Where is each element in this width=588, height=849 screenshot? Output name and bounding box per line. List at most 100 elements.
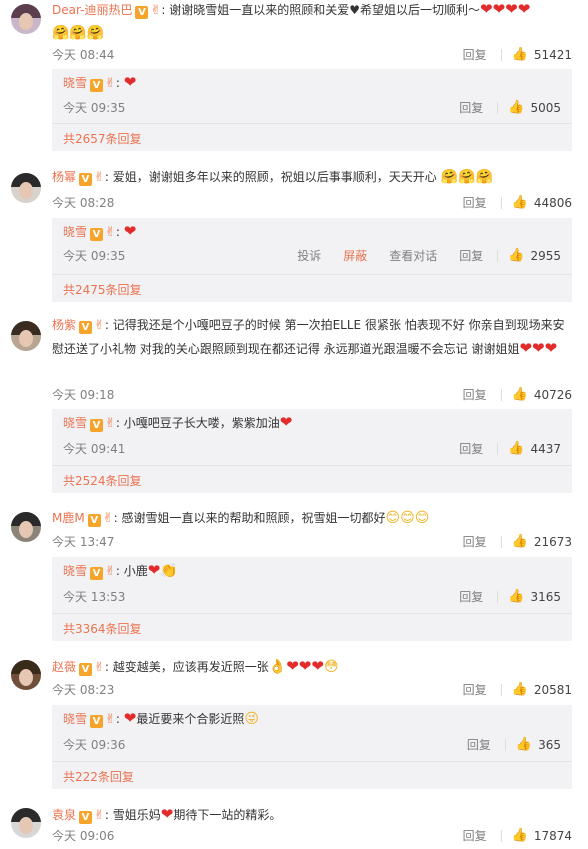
avatar[interactable] (11, 4, 41, 34)
like-count: 40726 (533, 387, 572, 402)
comment-time: 今天 08:23 (52, 683, 115, 697)
hug-emoji-icon: 🤗🤗🤗 (52, 25, 105, 41)
more-replies-link[interactable]: 共222条回复 (63, 768, 134, 785)
avatar[interactable] (11, 512, 41, 542)
comment-text: 谢谢晓雪姐一直以来的照顾和关爱♥希望姐以后一切顺利～ (169, 3, 481, 17)
like-button[interactable]: 👍 21673 (512, 534, 572, 549)
avatar[interactable] (11, 173, 41, 203)
like-button[interactable]: 👍 5005 (508, 100, 561, 115)
like-button[interactable]: 👍 51421 (512, 47, 572, 62)
like-button[interactable]: 👍 17874 (512, 828, 572, 843)
v-badge-icon: V (90, 419, 104, 432)
reply-button[interactable]: 回复 (463, 681, 487, 698)
like-count: 4437 (530, 441, 561, 456)
v-badge-icon: V (90, 79, 104, 92)
heart-icon: ❤❤❤❤ (480, 0, 531, 18)
like-count: 5005 (530, 100, 561, 115)
like-count: 51421 (533, 47, 572, 62)
hug-emoji-icon: 🤗🤗🤗 (440, 169, 493, 185)
comment-username[interactable]: 杨紫 (52, 318, 76, 332)
v-badge-icon: V (79, 663, 93, 676)
reply-username[interactable]: 晓雪 (63, 76, 87, 90)
avatar[interactable] (11, 321, 41, 351)
like-count: 2955 (530, 248, 561, 263)
comment-time: 今天 08:28 (52, 196, 115, 210)
reply-box: 晓雪 V ✌: ❤ 今天 09:35 回复 👍 5005 共2657条回复 (52, 69, 572, 151)
like-button[interactable]: 👍 2955 (508, 248, 561, 263)
reply-box: 晓雪 V ✌: ❤最近要来个合影近照😜 今天 09:36 回复 👍 365 共222条… (52, 705, 572, 789)
heart-icon: ❤❤❤ (519, 339, 558, 357)
comment-time: 今天 08:44 (52, 48, 115, 62)
thumbs-up-icon: 👍 (511, 387, 528, 402)
more-replies-link[interactable]: 共2524条回复 (63, 472, 142, 489)
comment-text: 记得我还是个小嘎吧豆子的时候 第一次拍ELLE 很紧张 怕表现不好 你亲自到现场… (52, 318, 565, 356)
block-button[interactable]: 屏蔽 (343, 247, 367, 264)
reply-button[interactable]: 回复 (467, 736, 491, 753)
reply-button[interactable]: 回复 (463, 194, 487, 211)
like-button[interactable]: 👍 365 (516, 737, 561, 752)
more-replies-link[interactable]: 共2475条回复 (63, 281, 142, 298)
comment-text: 越变越美，应该再发近照一张 (112, 660, 269, 674)
more-replies-link[interactable]: 共2657条回复 (63, 130, 142, 147)
heart-icon: ❤ (279, 413, 293, 431)
comment-text: 爱姐，谢谢姐多年以来的照顾，祝姐以后事事顺利，天天开心 (112, 170, 437, 184)
reply-button[interactable]: 回复 (463, 827, 487, 844)
thumbs-up-icon: 👍 (511, 534, 528, 549)
reply-username[interactable]: 晓雪 (63, 712, 87, 726)
fan-badge-icon: ✌ (105, 76, 116, 91)
like-button[interactable]: 👍 20581 (512, 682, 572, 697)
reply-time: 今天 09:35 (63, 249, 126, 263)
reply-text: 小鹿 (123, 564, 148, 578)
like-button[interactable]: 👍 3165 (508, 589, 561, 604)
reply-button[interactable]: 回复 (463, 46, 487, 63)
comment-text: 雪姐乐妈 (112, 808, 161, 822)
tongue-emoji-icon: 😜 (244, 711, 259, 727)
fan-badge-icon: ✌ (94, 808, 105, 823)
like-count: 365 (538, 737, 561, 752)
thumbs-up-icon: 👍 (508, 441, 525, 456)
comment-time: 今天 09:06 (52, 829, 115, 843)
reply-time: 今天 09:41 (63, 442, 126, 456)
reply-button[interactable]: 回复 (459, 99, 483, 116)
reply-button[interactable]: 回复 (459, 440, 483, 457)
reply-button[interactable]: 回复 (459, 588, 483, 605)
fan-badge-icon: ✌ (102, 511, 114, 526)
v-badge-icon: V (90, 715, 104, 728)
v-badge-icon: V (79, 173, 93, 186)
comment-text: 感谢雪姐一直以来的帮助和照顾，祝雪姐一切都好 (121, 511, 386, 525)
reply-text: 最近要来个合影近照 (136, 712, 245, 726)
comment-username[interactable]: 赵薇 (52, 660, 76, 674)
reply-box: 晓雪 V ✌: ❤ 今天 09:35 投诉 屏蔽 查看对话 回复 👍 2955 共24… (52, 218, 572, 302)
thumbs-up-icon: 👍 (508, 589, 525, 604)
report-button[interactable]: 投诉 (297, 247, 321, 264)
reply-username[interactable]: 晓雪 (63, 564, 87, 578)
thumbs-up-icon: 👍 (511, 682, 528, 697)
reply-button[interactable]: 回复 (463, 386, 487, 403)
reply-username[interactable]: 晓雪 (63, 416, 87, 430)
heart-icon: ❤ (160, 805, 174, 823)
reply-time: 今天 13:53 (63, 590, 126, 604)
reply-button[interactable]: 回复 (463, 533, 487, 550)
smile-emoji-icon: 😊😊😊 (385, 510, 430, 526)
like-button[interactable]: 👍 44806 (512, 195, 572, 210)
comment-username[interactable]: 杨幂 (52, 170, 76, 184)
heart-icon: ❤❤❤ (286, 657, 324, 675)
comment-username[interactable]: M鹿M (52, 511, 85, 525)
like-count: 17874 (533, 828, 572, 843)
like-button[interactable]: 👍 4437 (508, 441, 561, 456)
avatar[interactable] (11, 808, 41, 838)
reply-username[interactable]: 晓雪 (63, 225, 87, 239)
fan-badge-icon: ✌ (105, 712, 116, 727)
view-conversation-button[interactable]: 查看对话 (389, 247, 437, 264)
fan-badge-icon: ✌ (94, 318, 105, 333)
avatar[interactable] (11, 660, 41, 690)
reply-box: 晓雪 V ✌: 小鹿❤👏 今天 13:53 回复 👍 3165 共3364条回复 (52, 557, 572, 641)
fan-badge-icon: ✌ (105, 225, 116, 240)
comment-username[interactable]: 袁泉 (52, 808, 76, 822)
fan-badge-icon: ✌ (105, 416, 116, 431)
heart-icon: ❤ (123, 222, 137, 240)
more-replies-link[interactable]: 共3364条回复 (63, 620, 142, 637)
reply-button[interactable]: 回复 (459, 247, 483, 264)
like-button[interactable]: 👍 40726 (512, 387, 572, 402)
comment-username[interactable]: Dear-迪丽热巴 (52, 3, 132, 17)
